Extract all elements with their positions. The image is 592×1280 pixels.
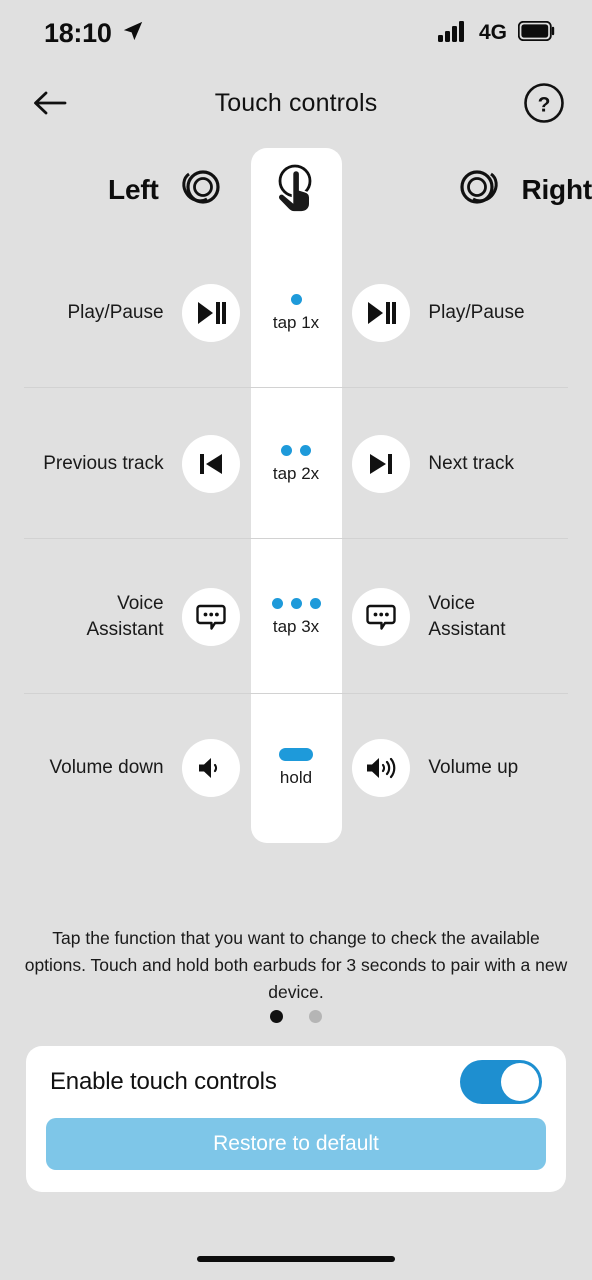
right-action-next-track[interactable]: Next track [341,435,592,493]
row-divider [24,693,568,694]
gesture-cell-hold: hold [251,748,342,788]
network-type-label: 4G [478,21,507,44]
table-row[interactable]: Volume down hold Volume up [0,718,592,818]
gesture-cell-tap-3x: tap 3x [251,597,342,637]
previous-track-icon[interactable] [181,435,240,493]
instruction-note: Tap the function that you want to change… [24,928,568,1003]
earbud-icon [177,165,225,216]
gesture-label: tap 3x [272,617,320,636]
earbuds-header-row: Left Right [0,140,592,240]
row-divider [24,538,568,539]
help-button[interactable]: ? [518,77,570,129]
table-row[interactable]: Previous track tap 2x Next track [0,414,592,514]
volume-up-icon[interactable] [352,739,411,797]
left-earbud-label: Left [108,174,159,205]
action-label: Volume up [428,757,519,779]
action-label: Next track [428,453,514,475]
enable-touch-controls-label: Enable touch controls [50,1068,277,1095]
tap-hand-icon [270,160,322,221]
volume-down-icon[interactable] [181,739,240,797]
svg-text:?: ? [538,94,551,117]
arrow-left-icon [34,91,67,115]
left-action-previous-track[interactable]: Previous track [0,435,251,493]
speech-bubble-icon[interactable] [352,588,411,646]
toggle-knob [501,1063,539,1101]
touch-controls-grid: Left Right Play/Pause tap 1x Play/Pause … [0,140,592,850]
gesture-label: tap 1x [272,313,320,332]
gesture-cell-tap-1x: tap 1x [251,293,342,333]
left-action-voice-assistant[interactable]: Voice Assistant [0,588,251,646]
left-action-volume-down[interactable]: Volume down [0,739,251,797]
restore-to-default-button[interactable]: Restore to default [46,1118,546,1170]
play-pause-icon[interactable] [352,284,411,342]
speech-bubble-icon[interactable] [181,588,240,646]
page-title: Touch controls [214,88,378,117]
action-label: Play/Pause [428,302,525,324]
action-label: Volume down [49,757,164,779]
action-label: Voice Assistant [428,593,506,640]
location-arrow-icon [122,20,144,47]
three-blue-dots [271,597,321,610]
app-screen: 18:10 4G Touch controls ? Left Right Pla… [0,0,592,1280]
earbud-icon [455,165,503,216]
right-earbud-header: Right [341,165,592,216]
enable-touch-controls-row[interactable]: Enable touch controls [46,1046,546,1118]
two-blue-dots [281,444,311,457]
status-bar: 18:10 4G [0,0,592,66]
table-row[interactable]: Play/Pause tap 1x Play/Pause [0,263,592,363]
status-time: 18:10 [44,17,112,48]
back-button[interactable] [24,77,76,129]
gesture-label: hold [279,768,313,787]
right-earbud-label: Right [521,174,592,205]
right-action-volume-up[interactable]: Volume up [341,739,592,797]
home-indicator[interactable] [197,1256,395,1262]
action-label: Previous track [43,453,164,475]
action-label: Play/Pause [67,302,164,324]
enable-touch-controls-toggle[interactable] [460,1060,542,1104]
next-track-icon[interactable] [352,435,411,493]
left-earbud-header: Left [0,165,251,216]
one-blue-dot [290,293,302,306]
page-header: Touch controls ? [0,66,592,140]
table-row[interactable]: Voice Assistant tap 3x Voice Assistant [0,567,592,667]
help-circle-icon: ? [524,83,564,123]
page-dot-1[interactable] [270,1010,283,1023]
battery-full-icon [517,20,556,46]
right-action-play-pause[interactable]: Play/Pause [341,284,592,342]
settings-card: Enable touch controls Restore to default [26,1046,566,1192]
status-bar-left: 18:10 [44,18,144,49]
gesture-cell-tap-2x: tap 2x [251,444,342,484]
blue-pill [279,748,313,761]
gesture-header-icon-wrap [251,160,342,221]
right-action-voice-assistant[interactable]: Voice Assistant [341,588,592,646]
row-divider [24,387,568,388]
gesture-label: tap 2x [272,464,320,483]
pagination-dots[interactable] [0,1010,592,1023]
signal-bars-icon [437,20,468,47]
left-action-play-pause[interactable]: Play/Pause [0,284,251,342]
play-pause-icon[interactable] [181,284,240,342]
action-label: Voice Assistant [86,593,164,640]
page-dot-2[interactable] [309,1010,322,1023]
status-bar-right: 4G [437,20,556,47]
